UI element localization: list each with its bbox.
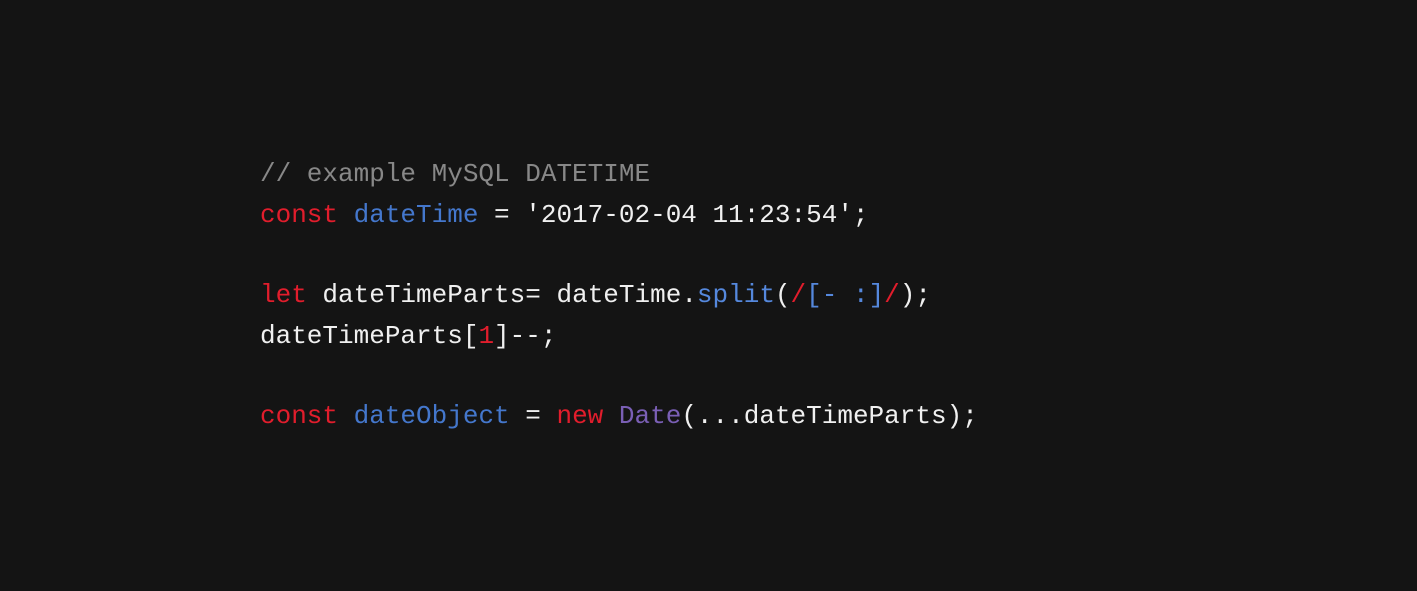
method-split: split <box>697 280 775 310</box>
code-text: ]--; <box>494 321 556 351</box>
regex-char-class: [- :] <box>806 280 884 310</box>
keyword-let: let <box>260 280 307 310</box>
code-text: dateTimeParts[ <box>260 321 478 351</box>
regex-slash: / <box>791 280 807 310</box>
paren-open: ( <box>775 280 791 310</box>
var-dateTimeParts: dateTimeParts <box>322 280 525 310</box>
operator-eq: = <box>510 401 557 431</box>
code-comment: // example MySQL DATETIME <box>260 159 650 189</box>
operator-eq: = <box>478 200 525 230</box>
operator-eq: = <box>525 280 556 310</box>
dot: . <box>681 280 697 310</box>
semicolon: ; <box>915 280 931 310</box>
string-literal: '2017-02-04 11:23:54' <box>525 200 853 230</box>
keyword-const: const <box>260 200 338 230</box>
keyword-new: new <box>556 401 603 431</box>
code-block: // example MySQL DATETIME const dateTime… <box>260 154 978 436</box>
semicolon: ; <box>962 401 978 431</box>
paren-close: ) <box>900 280 916 310</box>
class-Date: Date <box>619 401 681 431</box>
number-literal: 1 <box>478 321 494 351</box>
var-dateObject: dateObject <box>354 401 510 431</box>
paren-open: ( <box>681 401 697 431</box>
regex-slash: / <box>884 280 900 310</box>
obj-dateTime: dateTime <box>556 280 681 310</box>
keyword-const: const <box>260 401 338 431</box>
arg-dateTimeParts: dateTimeParts <box>744 401 947 431</box>
spread-operator: ... <box>697 401 744 431</box>
semicolon: ; <box>853 200 869 230</box>
var-dateTime: dateTime <box>354 200 479 230</box>
paren-close: ) <box>947 401 963 431</box>
